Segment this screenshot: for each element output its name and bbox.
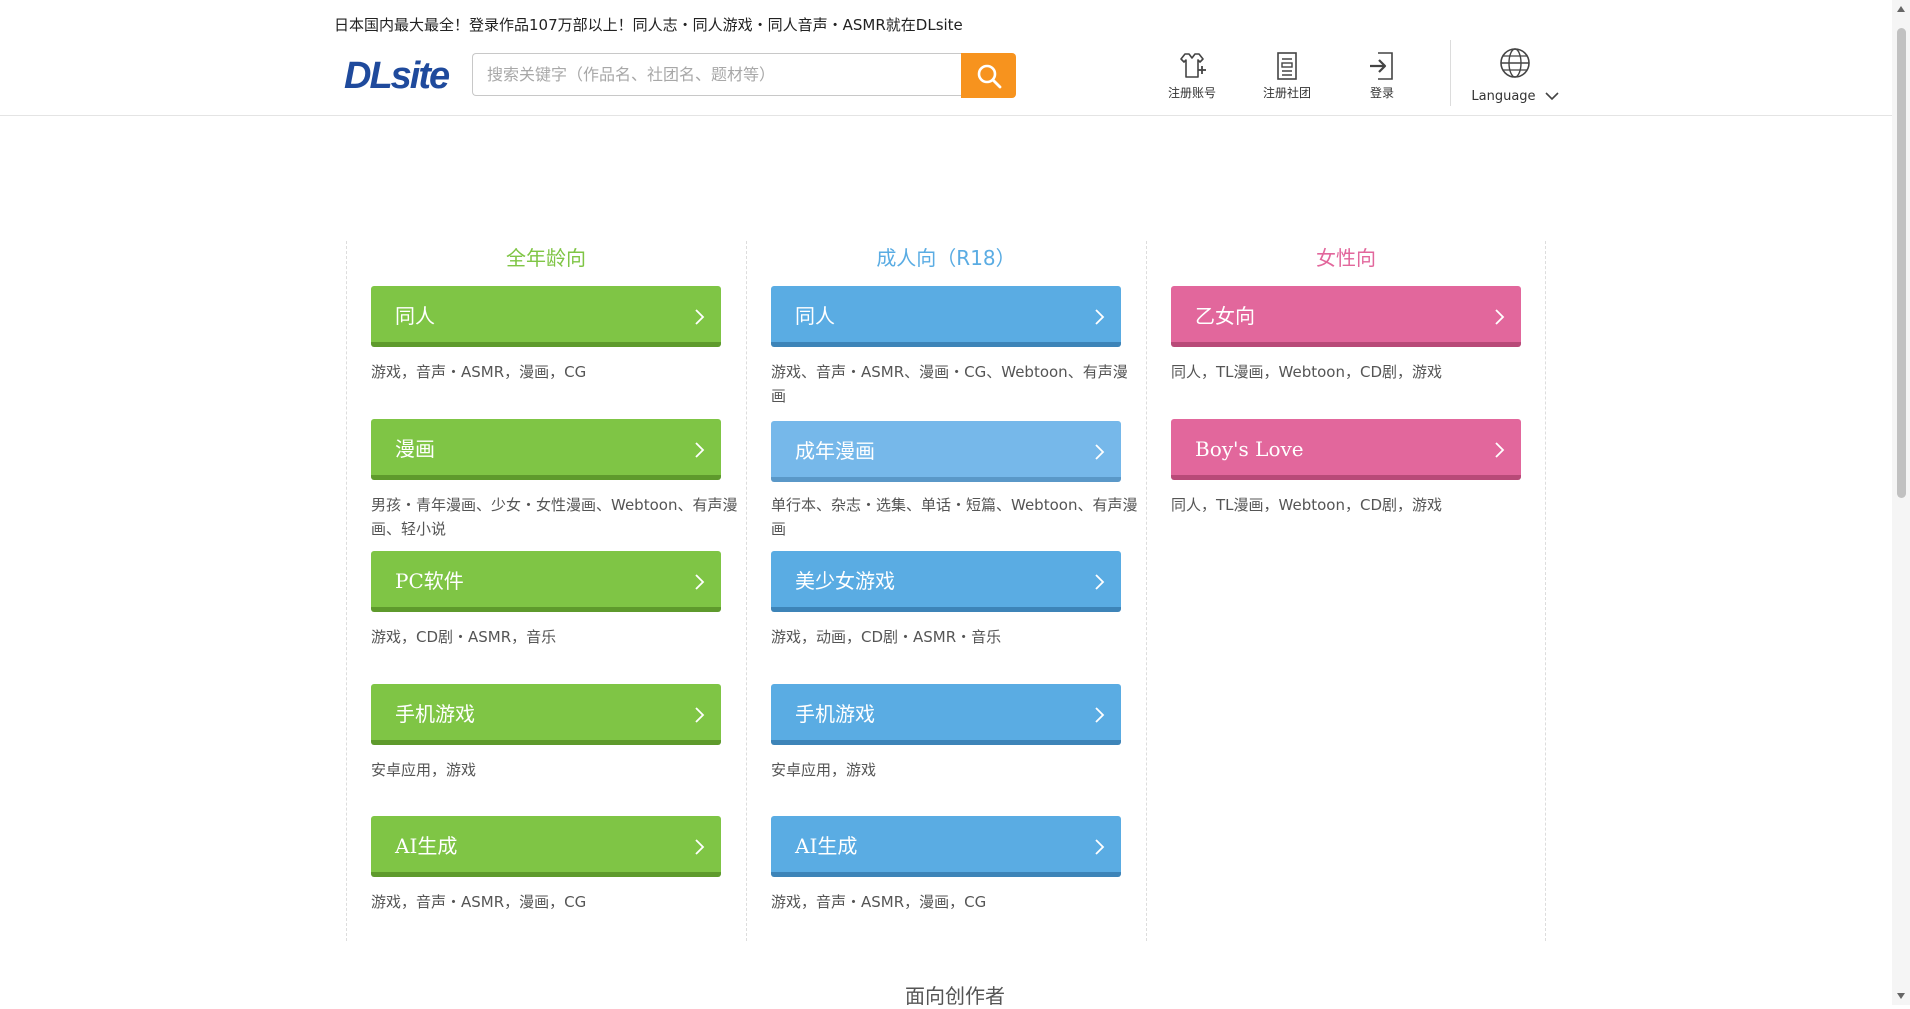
register-account-icon [1180, 53, 1206, 78]
category-button-bishoujo-games[interactable]: 美少女游戏 [771, 551, 1121, 612]
category-desc: 游戏，音声・ASMR，漫画，CG [771, 893, 987, 911]
chevron-right-icon [1095, 707, 1105, 723]
chevron-right-icon [1095, 444, 1105, 460]
category-desc: 单行本、杂志・选集、单话・短篇、Webtoon、有声漫画 [771, 496, 1138, 538]
page-scrollbar[interactable] [1892, 0, 1910, 1005]
svg-text:DLsite: DLsite [344, 55, 450, 94]
category-desc: 游戏，音声・ASMR，漫画，CG [371, 893, 587, 911]
category-button-otome[interactable]: 乙女向 [1171, 286, 1521, 347]
category-label: 手机游戏 [795, 702, 875, 726]
category-desc: 游戏，动画，CD剧・ASMR・音乐 [771, 628, 1002, 646]
search-input[interactable] [472, 53, 962, 96]
chevron-right-icon [695, 574, 705, 590]
category-label: 同人 [795, 304, 835, 328]
category-label: Boy's Love [1195, 437, 1304, 461]
chevron-right-icon [1495, 442, 1505, 458]
category-label: 手机游戏 [395, 702, 475, 726]
register-account-button[interactable]: 注册账号 [1150, 50, 1234, 102]
category-button-adult-manga[interactable]: 成年漫画 [771, 421, 1121, 482]
chevron-down-icon [1545, 91, 1559, 100]
category-desc: 安卓应用，游戏 [771, 761, 877, 779]
category-desc: 安卓应用，游戏 [371, 761, 477, 779]
scroll-down-icon[interactable] [1896, 991, 1906, 1001]
scrollbar-thumb[interactable] [1897, 28, 1906, 498]
site-tagline: 日本国内最大最全！登录作品107万部以上！同人志・同人游戏・同人音声・ASMR就… [334, 16, 963, 34]
language-label: Language [1471, 89, 1536, 104]
category-label: 成年漫画 [795, 439, 875, 463]
search-button[interactable] [961, 53, 1016, 98]
chevron-right-icon [1495, 309, 1505, 325]
column-female: 女性向 乙女向 同人，TL漫画，Webtoon，CD剧，游戏 Boy's Lov… [1146, 241, 1546, 941]
column-all-ages: 全年龄向 同人 游戏，音声・ASMR，漫画，CG 漫画 男孩・青年漫画、少女・女… [346, 241, 745, 941]
chevron-right-icon [1095, 574, 1105, 590]
column-adult: 成人向（R18） 同人 游戏、音声・ASMR、漫画・CG、Webtoon、有声漫… [746, 241, 1145, 941]
register-account-label: 注册账号 [1167, 86, 1216, 100]
category-button-doujin-all-ages[interactable]: 同人 [371, 286, 721, 347]
category-button-mobile-games-all-ages[interactable]: 手机游戏 [371, 684, 721, 745]
search-icon [977, 64, 1001, 88]
header-divider [1450, 40, 1451, 106]
chevron-right-icon [695, 309, 705, 325]
column-title-all-ages: 全年龄向 [506, 246, 586, 270]
category-desc: 游戏，音声・ASMR，漫画，CG [371, 363, 587, 381]
category-label: PC软件 [395, 569, 464, 593]
register-circle-label: 注册社团 [1262, 86, 1311, 100]
category-desc: 男孩・青年漫画、少女・女性漫画、Webtoon、有声漫画、轻小说 [371, 496, 738, 538]
chevron-right-icon [1095, 309, 1105, 325]
category-label: 同人 [395, 304, 435, 328]
globe-icon [1500, 48, 1530, 78]
register-circle-button[interactable]: 注册社团 [1245, 50, 1329, 102]
category-button-ai-all-ages[interactable]: AI生成 [371, 816, 721, 877]
category-desc: 游戏、音声・ASMR、漫画・CG、Webtoon、有声漫画 [771, 363, 1128, 405]
category-label: 美少女游戏 [795, 569, 895, 593]
category-button-manga-all-ages[interactable]: 漫画 [371, 419, 721, 480]
category-desc: 同人，TL漫画，Webtoon，CD剧，游戏 [1171, 496, 1442, 514]
login-button[interactable]: 登录 [1340, 50, 1424, 102]
login-icon [1370, 52, 1393, 80]
category-label: 漫画 [395, 437, 435, 461]
category-button-doujin-adult[interactable]: 同人 [771, 286, 1121, 347]
category-label: 乙女向 [1195, 304, 1255, 328]
category-label: AI生成 [395, 834, 458, 858]
category-button-mobile-games-adult[interactable]: 手机游戏 [771, 684, 1121, 745]
login-label: 登录 [1369, 86, 1394, 100]
chevron-right-icon [695, 839, 705, 855]
category-desc: 游戏，CD剧・ASMR，音乐 [371, 628, 557, 646]
dlsite-logo[interactable]: DLsite [344, 54, 460, 94]
scroll-up-icon[interactable] [1896, 4, 1906, 14]
category-button-pc-software[interactable]: PC软件 [371, 551, 721, 612]
chevron-right-icon [695, 707, 705, 723]
register-circle-icon [1277, 52, 1297, 80]
category-desc: 同人，TL漫画，Webtoon，CD剧，游戏 [1171, 363, 1442, 381]
column-title-female: 女性向 [1316, 246, 1376, 270]
site-header: 日本国内最大最全！登录作品107万部以上！同人志・同人游戏・同人音声・ASMR就… [0, 0, 1910, 116]
language-selector[interactable]: Language [1460, 46, 1570, 104]
column-title-adult: 成人向（R18） [876, 246, 1016, 270]
category-button-boys-love[interactable]: Boy's Love [1171, 419, 1521, 480]
category-label: AI生成 [795, 834, 858, 858]
chevron-right-icon [1095, 839, 1105, 855]
category-button-ai-adult[interactable]: AI生成 [771, 816, 1121, 877]
chevron-right-icon [695, 442, 705, 458]
